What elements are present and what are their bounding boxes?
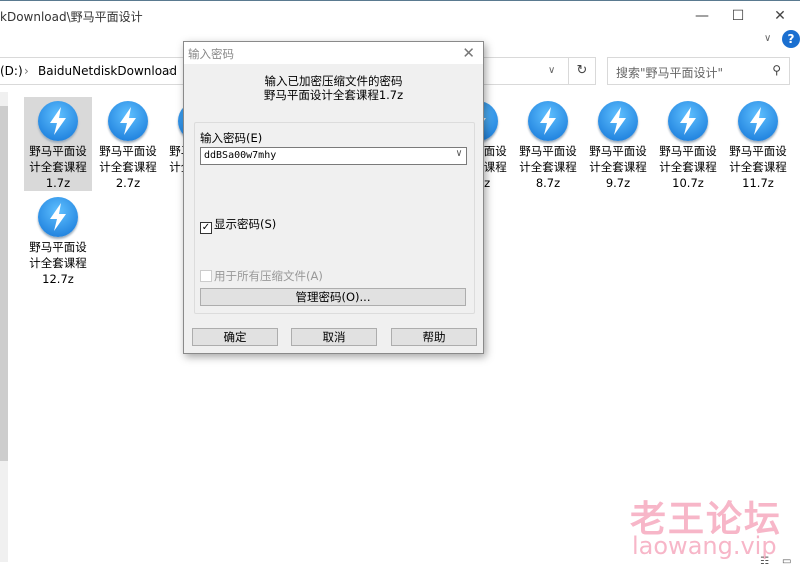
file-name-ext: 1.7z [45, 176, 71, 190]
ok-button[interactable]: 确定 [192, 328, 278, 346]
search-icon[interactable]: ⚲ [772, 63, 781, 77]
ribbon-expand-icon[interactable]: ∨ [764, 33, 771, 44]
window-titlebar: kDownload\野马平面设计 — ☐ ✕ [0, 0, 800, 30]
file-item[interactable]: 野马平面设计全套课程 9.7z [584, 97, 652, 191]
archive-file-icon [38, 101, 78, 141]
scrollbar[interactable] [0, 92, 8, 562]
file-name-ext: 11.7z [742, 176, 774, 190]
file-item[interactable]: 野马平面设计全套课程 11.7z [724, 97, 792, 191]
file-name-line: 野马平面设 [589, 144, 647, 158]
archive-file-icon [598, 101, 638, 141]
file-item[interactable]: 野马平面设计全套课程 10.7z [654, 97, 722, 191]
maximize-button[interactable]: ☐ [720, 3, 756, 29]
password-label: 输入密码(E) [200, 131, 263, 145]
password-dialog: 输入密码 ✕ 输入已加密压缩文件的密码 野马平面设计全套课程1.7z 输入密码(… [183, 41, 484, 354]
show-password-checkbox[interactable]: ✓ 显示密码(S) [200, 216, 276, 234]
chevron-down-icon[interactable]: ∨ [456, 148, 462, 159]
cancel-button[interactable]: 取消 [291, 328, 377, 346]
file-name-line: 计全套课程 [729, 160, 787, 174]
search-input[interactable]: 搜索"野马平面设计" ⚲ [607, 57, 790, 85]
file-item[interactable]: 野马平面设计全套课程 8.7z [514, 97, 582, 191]
details-view-icon[interactable]: ☷ [760, 556, 769, 567]
file-item[interactable]: 野马平面设计全套课程 12.7z [24, 193, 92, 287]
refresh-button[interactable]: ↻ [568, 57, 596, 85]
close-button[interactable]: ✕ [762, 3, 798, 29]
file-name-line: 野马平面设 [29, 144, 87, 158]
file-item[interactable]: 野马平面设计全套课程 1.7z [24, 97, 92, 191]
dialog-close-icon[interactable]: ✕ [462, 44, 475, 62]
file-name-line: 计全套课程 [659, 160, 717, 174]
file-name-line: 野马平面设 [29, 240, 87, 254]
password-value: ddBSa00w7mhy [204, 150, 277, 161]
file-name-line: 计全套课程 [519, 160, 577, 174]
address-dropdown-icon[interactable]: ∨ [548, 65, 555, 76]
breadcrumb-drive[interactable]: (D:) [0, 64, 23, 78]
window-title: kDownload\野马平面设计 [0, 10, 143, 24]
dialog-heading-line1: 输入已加密压缩文件的密码 [264, 74, 403, 88]
checkbox-checked-icon[interactable]: ✓ [200, 222, 212, 234]
archive-file-icon [38, 197, 78, 237]
file-name-ext: 12.7z [42, 272, 74, 286]
file-name-ext: 8.7z [535, 176, 561, 190]
help-icon[interactable]: ? [782, 30, 800, 48]
dialog-title: 输入密码 [184, 42, 483, 64]
minimize-button[interactable]: — [684, 3, 720, 29]
use-for-all-label: 用于所有压缩文件(A) [214, 269, 323, 283]
checkbox-icon [200, 270, 212, 282]
dialog-heading-filename: 野马平面设计全套课程1.7z [263, 88, 404, 102]
dialog-heading: 输入已加密压缩文件的密码 野马平面设计全套课程1.7z [184, 74, 483, 102]
breadcrumb-folder[interactable]: BaiduNetdiskDownload [38, 64, 177, 78]
file-name-ext: 10.7z [672, 176, 704, 190]
file-name-line: 计全套课程 [99, 160, 157, 174]
file-name-ext: 2.7z [115, 176, 141, 190]
large-icons-view-icon[interactable]: ▭ [782, 556, 791, 567]
file-name-line: 野马平面设 [729, 144, 787, 158]
show-password-label: 显示密码(S) [214, 217, 277, 231]
use-for-all-checkbox: 用于所有压缩文件(A) [200, 268, 323, 284]
file-name-line: 野马平面设 [99, 144, 157, 158]
file-item[interactable]: 野马平面设计全套课程 2.7z [94, 97, 162, 191]
file-name-ext: 9.7z [605, 176, 631, 190]
archive-file-icon [108, 101, 148, 141]
password-input[interactable]: ddBSa00w7mhy ∨ [200, 147, 467, 165]
file-name-line: 计全套课程 [589, 160, 647, 174]
file-name-line: 计全套课程 [29, 160, 87, 174]
file-name-line: 野马平面设 [659, 144, 717, 158]
help-button[interactable]: 帮助 [391, 328, 477, 346]
archive-file-icon [668, 101, 708, 141]
breadcrumb-separator: › [24, 64, 29, 78]
file-name-line: 野马平面设 [519, 144, 577, 158]
file-name-line: 计全套课程 [29, 256, 87, 270]
scrollbar-thumb[interactable] [0, 106, 8, 461]
watermark-url: laowang.vip [632, 532, 777, 560]
archive-file-icon [528, 101, 568, 141]
archive-file-icon [738, 101, 778, 141]
search-placeholder: 搜索"野马平面设计" [616, 66, 724, 80]
breadcrumb-separator: › [168, 64, 173, 78]
manage-passwords-button[interactable]: 管理密码(O)... [200, 288, 466, 306]
